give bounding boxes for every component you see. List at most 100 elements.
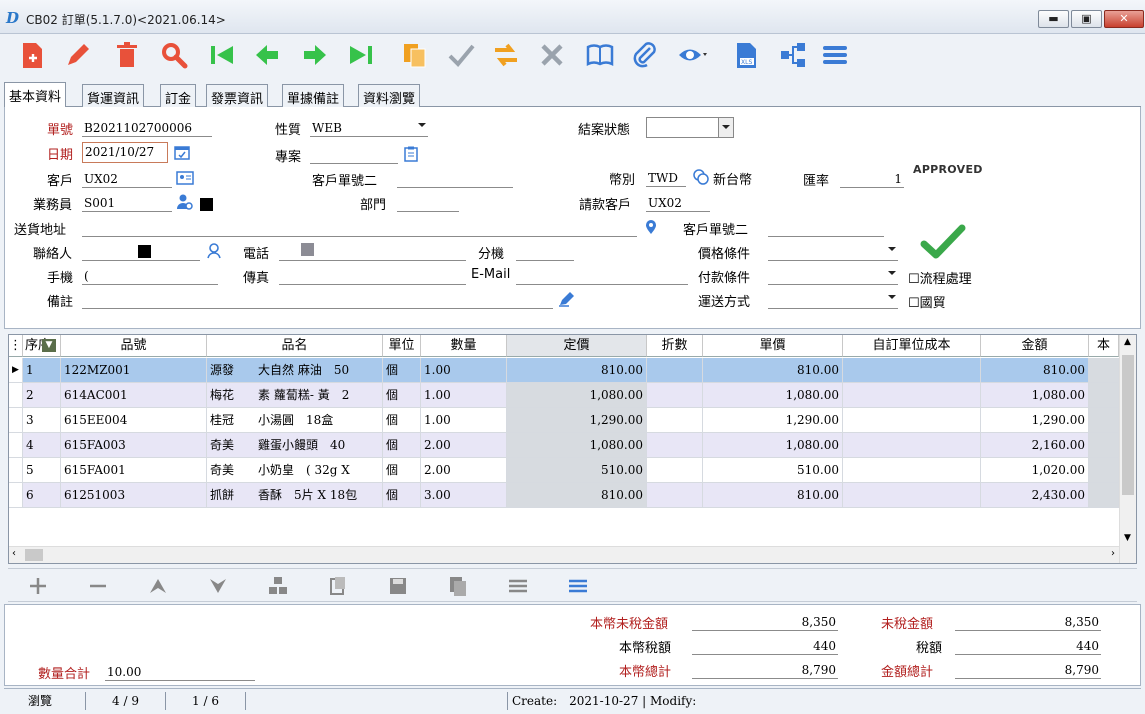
cell-extra[interactable] xyxy=(1089,358,1119,383)
last-record-icon[interactable] xyxy=(344,38,378,72)
menu-lines-icon[interactable] xyxy=(818,38,852,72)
transfer-icon[interactable] xyxy=(489,38,523,72)
cell-unit[interactable]: 個 xyxy=(383,383,421,408)
table-row[interactable]: 3 615EE004 桂冠 小湯圓 18盒個 1.00 1,290.00 1,290.00… xyxy=(9,408,1119,433)
move-down-icon[interactable] xyxy=(206,575,230,597)
ext-field[interactable] xyxy=(516,244,574,261)
cell-custom-cost[interactable] xyxy=(843,483,981,508)
cell-qty[interactable]: 2.00 xyxy=(421,433,507,458)
cell-list-price[interactable]: 810.00 xyxy=(507,358,647,383)
edit-note-icon[interactable] xyxy=(558,290,576,308)
email-field[interactable] xyxy=(516,268,688,285)
cell-unit[interactable]: 個 xyxy=(383,358,421,383)
cell-seq[interactable]: 1 xyxy=(23,358,61,383)
move-up-icon[interactable] xyxy=(146,575,170,597)
cell-custom-cost[interactable] xyxy=(843,383,981,408)
cell-item-no[interactable]: 615FA001 xyxy=(61,458,207,483)
grid-header-cell[interactable]: 單價 xyxy=(703,335,843,357)
cell-unit[interactable]: 個 xyxy=(383,483,421,508)
first-record-icon[interactable] xyxy=(205,38,239,72)
copy-icon[interactable] xyxy=(446,575,470,597)
cell-item-name[interactable]: 源發 大自然 麻油 50 xyxy=(207,358,383,383)
cell-item-name[interactable]: 抓餅 香酥 5片 X 18包 xyxy=(207,483,383,508)
cell-discount[interactable] xyxy=(647,383,703,408)
cell-unit-price[interactable]: 810.00 xyxy=(703,358,843,383)
flow-tree-icon[interactable] xyxy=(776,38,810,72)
order-lines-grid[interactable]: ⋮序序▼品號品名單位數量定價折數單價自訂單位成本金額本 ▶1122MZ001源發… xyxy=(8,334,1137,564)
cell-qty[interactable]: 1.00 xyxy=(421,383,507,408)
cell-qty[interactable]: 3.00 xyxy=(421,483,507,508)
scroll-down-icon[interactable]: ▼ xyxy=(1124,533,1131,543)
cell-qty[interactable]: 2.00 xyxy=(421,458,507,483)
workflow-checkbox[interactable]: ☐流程處理 xyxy=(908,268,972,287)
clipboard-icon[interactable] xyxy=(402,145,420,163)
cell-unit[interactable]: 個 xyxy=(383,433,421,458)
grid-header-cell[interactable]: 本 xyxy=(1089,335,1119,357)
cell-unit-price[interactable]: 510.00 xyxy=(703,458,843,483)
cell-discount[interactable] xyxy=(647,458,703,483)
ship-addr-field[interactable] xyxy=(82,220,637,237)
calendar-icon[interactable] xyxy=(173,143,191,161)
customer-field[interactable]: UX02 xyxy=(82,171,172,188)
cell-discount[interactable] xyxy=(647,358,703,383)
cell-extra[interactable] xyxy=(1089,408,1119,433)
cust-order2-field[interactable] xyxy=(768,220,884,237)
cell-extra[interactable] xyxy=(1089,433,1119,458)
ship-method-select[interactable] xyxy=(768,292,898,309)
dropdown-button[interactable] xyxy=(718,118,733,137)
tab-invoice[interactable]: 發票資訊 xyxy=(206,84,269,107)
close-status-select[interactable] xyxy=(646,117,734,138)
cell-seq[interactable]: 4 xyxy=(23,433,61,458)
currency-field[interactable]: TWD xyxy=(646,170,686,187)
table-row[interactable]: 2 614AC001 梅花 素 蘿蔔糕- 黃 2 個 1.00 1,080.00 1,080… xyxy=(9,383,1119,408)
cell-seq[interactable]: 6 xyxy=(23,483,61,508)
cell-amount[interactable]: 2,160.00 xyxy=(981,433,1089,458)
currency-exchange-icon[interactable] xyxy=(692,168,710,186)
contact-user-icon[interactable] xyxy=(206,242,224,260)
scroll-left-icon[interactable]: ‹ xyxy=(12,548,16,559)
vertical-scrollbar[interactable]: ▲ ▼ xyxy=(1119,335,1136,563)
cell-list-price[interactable]: 510.00 xyxy=(507,458,647,483)
cust-order-field[interactable] xyxy=(397,171,513,188)
cell-extra[interactable] xyxy=(1089,483,1119,508)
attachment-clip-icon[interactable] xyxy=(628,38,662,72)
table-row[interactable]: ▶ 1 122MZ001 源發 大自然 麻油 50 個 1.00 810.00 810.00 8… xyxy=(9,358,1119,383)
customer-card-icon[interactable] xyxy=(176,169,194,187)
cell-amount[interactable]: 1,080.00 xyxy=(981,383,1089,408)
edit-pencil-icon[interactable] xyxy=(61,38,95,72)
grid-header-cell[interactable]: 單位 xyxy=(383,335,421,357)
save-icon[interactable] xyxy=(386,575,410,597)
cell-unit[interactable]: 個 xyxy=(383,458,421,483)
cell-amount[interactable]: 1,290.00 xyxy=(981,408,1089,433)
cell-item-no[interactable]: 615EE004 xyxy=(61,408,207,433)
order-no-field[interactable]: B2021102700006 xyxy=(82,120,212,137)
scroll-right-icon[interactable]: › xyxy=(1111,548,1115,559)
cell-custom-cost[interactable] xyxy=(843,433,981,458)
tab-browse[interactable]: 資料瀏覽 xyxy=(358,84,421,107)
cell-amount[interactable]: 810.00 xyxy=(981,358,1089,383)
close-button[interactable]: ✕ xyxy=(1104,10,1144,28)
remove-row-icon[interactable] xyxy=(86,575,110,597)
search-icon[interactable] xyxy=(157,38,191,72)
cell-seq[interactable]: 2 xyxy=(23,383,61,408)
cell-discount[interactable] xyxy=(647,483,703,508)
cell-discount[interactable] xyxy=(647,433,703,458)
next-record-icon[interactable] xyxy=(298,38,332,72)
dept-field[interactable] xyxy=(397,195,459,212)
cell-item-no[interactable]: 122MZ001 xyxy=(61,358,207,383)
cell-unit-price[interactable]: 1,080.00 xyxy=(703,433,843,458)
cell-custom-cost[interactable] xyxy=(843,358,981,383)
tab-notes[interactable]: 單據備註 xyxy=(282,84,345,107)
cell-unit-price[interactable]: 1,080.00 xyxy=(703,383,843,408)
nature-select[interactable]: WEB xyxy=(310,120,428,137)
group-icon[interactable] xyxy=(266,575,290,597)
cancel-x-icon[interactable] xyxy=(535,38,569,72)
cell-list-price[interactable]: 1,080.00 xyxy=(507,433,647,458)
cell-item-name[interactable]: 奇美 雞蛋小饅頭 40 xyxy=(207,433,383,458)
grid-header-cell[interactable]: 金額 xyxy=(981,335,1089,357)
list-icon[interactable] xyxy=(506,575,530,597)
trade-checkbox[interactable]: ☐國貿 xyxy=(908,292,946,311)
cell-item-no[interactable]: 615FA003 xyxy=(61,433,207,458)
cell-amount[interactable]: 1,020.00 xyxy=(981,458,1089,483)
cell-extra[interactable] xyxy=(1089,458,1119,483)
